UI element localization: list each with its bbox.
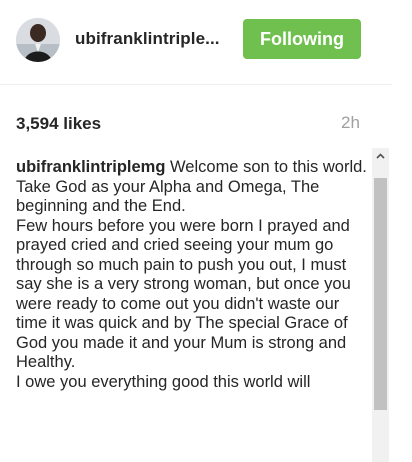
following-button[interactable]: Following (243, 19, 361, 59)
header-divider (0, 84, 392, 85)
post-timestamp: 2h (341, 113, 360, 132)
avatar-photo (16, 18, 60, 62)
instagram-post-panel: ubifranklintriple... Following 3,594 lik… (0, 0, 412, 462)
likes-count[interactable]: 3,594 likes (16, 114, 101, 134)
caption-scroll-area[interactable]: ubifranklintriplemg Welcome son to this … (16, 158, 371, 462)
chevron-up-icon[interactable] (372, 148, 389, 165)
avatar[interactable] (16, 18, 60, 62)
scrollbar-thumb[interactable] (374, 178, 387, 410)
post-header: ubifranklintriple... Following (0, 0, 392, 82)
post-author-username[interactable]: ubifranklintriple... (75, 29, 220, 49)
caption: ubifranklintriplemg Welcome son to this … (16, 158, 371, 392)
caption-scrollbar[interactable] (372, 148, 389, 462)
caption-username[interactable]: ubifranklintriplemg (16, 158, 165, 176)
caption-text: Welcome son to this world. Take God as y… (16, 158, 367, 391)
right-gutter (392, 0, 412, 462)
